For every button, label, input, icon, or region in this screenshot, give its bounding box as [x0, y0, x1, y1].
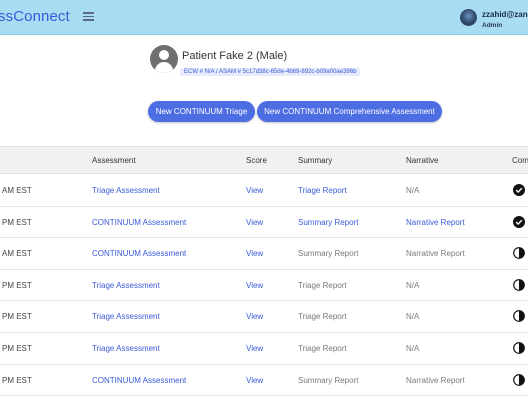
assessment-link[interactable]: CONTINUUM Assessment [92, 249, 186, 258]
narrative-report-link: N/A [406, 344, 420, 353]
assessment-link[interactable]: Triage Assessment [92, 186, 160, 195]
summary-report-link: Summary Report [298, 375, 359, 385]
row-date: AM EST [2, 249, 32, 259]
patient-avatar-icon [150, 45, 178, 73]
row-date: PM EST [2, 312, 32, 322]
assessment-link[interactable]: CONTINUUM Assessment [92, 218, 186, 227]
narrative-report-link: N/A [406, 280, 420, 290]
table-header: Assessment Score Summary Narrative Com [0, 146, 528, 174]
patient-name: Patient Fake 2 (Male) [182, 50, 288, 62]
summary-report-link: Summary Report [298, 249, 359, 259]
partial-progress-icon [513, 310, 525, 323]
table-row: PM EST CONTINUUM Assessment View Summary Re… [0, 364, 528, 396]
table-row: AM EST CONTINUUM Assessment View Summary Re… [0, 238, 528, 270]
score-view-link[interactable]: View [246, 312, 263, 321]
table-row: AM EST Triage Assessment View Triage Report… [0, 175, 528, 207]
column-header-summary[interactable]: Summary [298, 156, 332, 165]
hamburger-menu-icon[interactable] [83, 12, 94, 21]
column-header-complete[interactable]: Com [512, 156, 528, 165]
summary-report-link[interactable]: Summary Report [298, 218, 358, 227]
user-email[interactable]: zzahid@zane [482, 10, 528, 19]
score-view-link[interactable]: View [246, 218, 263, 227]
narrative-report-link: N/A [406, 312, 420, 322]
score-view-link[interactable]: View [246, 186, 263, 195]
partial-progress-icon [513, 342, 525, 354]
brand-logo-text[interactable]: ssConnect [0, 8, 70, 25]
assessment-link[interactable]: Triage Assessment [92, 344, 160, 353]
score-view-link[interactable]: View [246, 249, 263, 258]
summary-report-link: Triage Report [298, 312, 347, 322]
summary-report-link: Triage Report [298, 280, 347, 290]
user-avatar[interactable] [460, 9, 477, 26]
row-date: PM EST [2, 280, 32, 290]
score-view-link[interactable]: View [246, 344, 263, 353]
column-header-narrative[interactable]: Narrative [406, 156, 438, 165]
partial-progress-icon [513, 278, 525, 291]
assessment-link[interactable]: Triage Assessment [92, 312, 160, 321]
table-row: PM EST Triage Assessment View Triage Report… [0, 269, 528, 302]
narrative-report-link: N/A [406, 186, 420, 195]
narrative-report-link[interactable]: Narrative Report [406, 218, 465, 227]
new-comprehensive-assessment-button[interactable]: New CONTINUUM Comprehensive Assessment [257, 101, 442, 122]
top-navbar: ssConnect zzahid@zane Admin [0, 0, 528, 35]
row-date: PM EST [2, 217, 32, 227]
table-row: PM EST Triage Assessment View Triage Report… [0, 301, 528, 333]
new-triage-button[interactable]: New CONTINUUM Triage [148, 101, 255, 122]
row-date: AM EST [2, 186, 32, 195]
complete-check-icon [513, 184, 525, 196]
column-header-score[interactable]: Score [246, 156, 267, 165]
summary-report-link[interactable]: Triage Report [298, 186, 347, 195]
partial-progress-icon [513, 247, 525, 260]
table-row: PM EST Triage Assessment View Triage Report… [0, 333, 528, 365]
assessment-link[interactable]: CONTINUUM Assessment [92, 376, 186, 385]
column-header-assessment[interactable]: Assessment [92, 156, 136, 165]
row-date: PM EST [2, 375, 32, 385]
narrative-report-link: Narrative Report [406, 249, 465, 259]
row-date: PM EST [2, 344, 32, 353]
patient-id-badge: ECW # N/A / ASAM # 5c17d38c-65de-4b69-89… [180, 68, 361, 76]
narrative-report-link: Narrative Report [406, 375, 465, 385]
user-role: Admin [482, 22, 503, 29]
summary-report-link: Triage Report [298, 344, 347, 353]
complete-check-icon [513, 215, 525, 228]
score-view-link[interactable]: View [246, 376, 263, 385]
score-view-link[interactable]: View [246, 281, 263, 290]
assessment-link[interactable]: Triage Assessment [92, 281, 160, 290]
partial-progress-icon [513, 373, 525, 386]
table-row: PM EST CONTINUUM Assessment View Summary Re… [0, 206, 528, 239]
